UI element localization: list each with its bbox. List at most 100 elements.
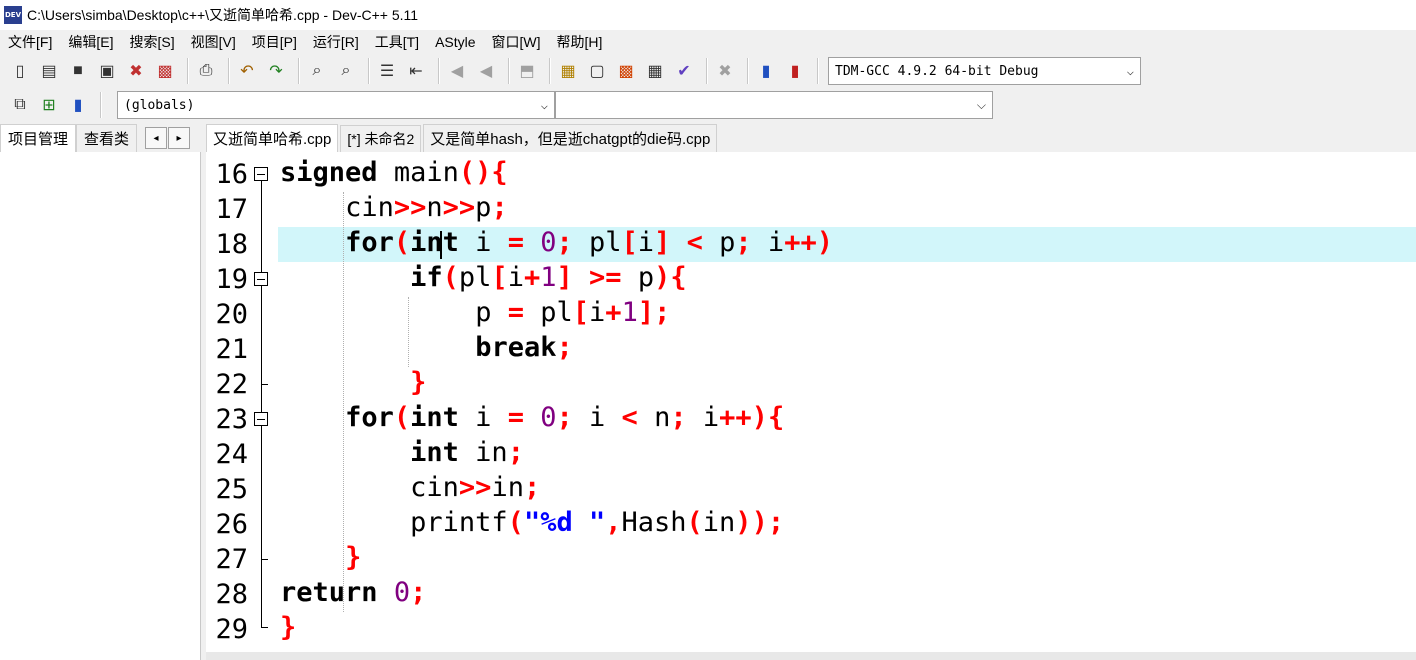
run-icon[interactable]: ▢: [585, 59, 609, 83]
bookmark-next-icon[interactable]: ◀: [474, 59, 498, 83]
menu-run[interactable]: 运行[R]: [305, 32, 367, 52]
line-number: 23: [215, 404, 248, 435]
menu-help[interactable]: 帮助[H]: [549, 32, 611, 52]
code-line: cin>>n>>p;: [345, 192, 508, 223]
editor-tab[interactable]: 又逝简单哈希.cpp: [206, 124, 339, 152]
member-select[interactable]: ⌵: [555, 91, 993, 119]
menu-astyle[interactable]: AStyle: [427, 34, 483, 50]
compiler-select-value: TDM-GCC 4.9.2 64-bit Debug: [835, 63, 1039, 79]
menu-project[interactable]: 项目[P]: [244, 32, 305, 52]
close-all-icon[interactable]: ▩: [153, 59, 177, 83]
stop-execution-icon[interactable]: ✖: [713, 59, 737, 83]
fold-collapse-icon[interactable]: [254, 272, 268, 286]
new-project-icon[interactable]: ⧉: [8, 93, 32, 117]
menu-file[interactable]: 文件[F]: [0, 32, 60, 52]
new-file-icon[interactable]: ▯: [8, 59, 32, 83]
chevron-down-icon: ⌵: [1126, 64, 1134, 78]
editor-tab[interactable]: [*] 未命名2: [340, 125, 422, 152]
line-number: 29: [215, 614, 248, 645]
code-editor[interactable]: 16 17 18 19 20 21 22 23 24 25 26 27 28 29 signed main…: [206, 152, 1416, 652]
line-number-gutter: 16 17 18 19 20 21 22 23 24 25 26 27 28 29: [206, 152, 248, 652]
fold-end-marker: [261, 627, 268, 628]
toolbar-separator: [438, 58, 440, 84]
fold-guide-line: [261, 181, 262, 627]
main-toolbar: ▯ ▤ ■ ▣ ✖ ▩ ⎙ ↶ ↷ ⌕ ⌕ ☰ ⇤ ◀ ◀ ⬒ ▦ ▢ ▩ ▦ …: [0, 54, 1416, 88]
devcpp-app-icon: DEV: [4, 6, 22, 24]
class-toolbar: ⧉ ⊞ ▮ (globals) ⌵ ⌵: [0, 88, 1416, 122]
title-bar: DEV C:\Users\simba\Desktop\c++\又逝简单哈希.cp…: [0, 0, 1416, 30]
left-panel-tabs: 项目管理 查看类 ◂ ▸: [0, 124, 201, 152]
toolbar-separator: [747, 58, 749, 84]
toolbar-separator: [187, 58, 189, 84]
compile-icon[interactable]: ▦: [556, 59, 580, 83]
code-line: if(pl[i+1] >= p){: [410, 262, 687, 293]
menu-bar: 文件[F] 编辑[E] 搜索[S] 视图[V] 项目[P] 运行[R] 工具[T…: [0, 30, 1416, 54]
code-line: for(int i = 0; i < n; i++){: [345, 402, 785, 433]
menu-edit[interactable]: 编辑[E]: [60, 32, 121, 52]
code-line: for(int i = 0; pl[i] < p; i++): [345, 227, 833, 258]
text-caret: [440, 231, 442, 259]
project-panel[interactable]: [0, 152, 201, 660]
line-number: 20: [215, 299, 248, 330]
close-file-icon[interactable]: ✖: [124, 59, 148, 83]
bookmark-prev-icon[interactable]: ◀: [445, 59, 469, 83]
tab-class-browser[interactable]: 查看类: [76, 124, 138, 152]
scope-select-value: (globals): [124, 97, 195, 113]
chevron-down-icon: ⌵: [976, 97, 986, 112]
code-line: int in;: [410, 437, 524, 468]
window-title: C:\Users\simba\Desktop\c++\又逝简单哈希.cpp - …: [27, 7, 419, 23]
menu-view[interactable]: 视图[V]: [183, 32, 244, 52]
redo-icon[interactable]: ↷: [264, 59, 288, 83]
toolbar-separator: [368, 58, 370, 84]
fold-collapse-icon[interactable]: [254, 167, 268, 181]
open-file-icon[interactable]: ▤: [37, 59, 61, 83]
indent-icon[interactable]: ☰: [375, 59, 399, 83]
rebuild-all-icon[interactable]: ▦: [643, 59, 667, 83]
chevron-down-icon: ⌵: [540, 98, 548, 112]
compile-run-icon[interactable]: ▩: [614, 59, 638, 83]
compiler-select[interactable]: TDM-GCC 4.9.2 64-bit Debug ⌵: [828, 57, 1141, 85]
line-number: 16: [215, 159, 248, 190]
toolbar-separator: [549, 58, 551, 84]
code-line: return 0;: [280, 577, 427, 608]
delete-profile-icon[interactable]: ▮: [783, 59, 807, 83]
profile-analysis-icon[interactable]: ▮: [754, 59, 778, 83]
tab-scroll-left-button[interactable]: ◂: [145, 127, 168, 149]
fold-collapse-icon[interactable]: [254, 412, 268, 426]
horizontal-scrollbar[interactable]: [206, 652, 1416, 660]
unindent-icon[interactable]: ⇤: [404, 59, 428, 83]
goto-line-icon[interactable]: ⬒: [515, 59, 539, 83]
editor-tab[interactable]: 又是简单hash，但是逝chatgpt的die码.cpp: [423, 124, 718, 152]
toolbar-separator: [706, 58, 708, 84]
scope-select[interactable]: (globals) ⌵: [117, 91, 555, 119]
toolbar-separator: [100, 92, 102, 118]
code-line: }: [345, 542, 362, 573]
menu-search[interactable]: 搜索[S]: [121, 32, 182, 52]
menu-tools[interactable]: 工具[T]: [367, 32, 427, 52]
fold-end-marker: [261, 559, 268, 560]
replace-icon[interactable]: ⌕: [334, 59, 358, 83]
toolbar-separator: [298, 58, 300, 84]
fold-end-marker: [261, 384, 268, 385]
save-all-icon[interactable]: ▣: [95, 59, 119, 83]
syntax-check-icon[interactable]: ✔: [672, 59, 696, 83]
find-icon[interactable]: ⌕: [305, 59, 329, 83]
save-icon[interactable]: ■: [66, 59, 90, 83]
add-to-project-icon[interactable]: ⊞: [37, 93, 61, 117]
line-number: 18: [215, 229, 248, 260]
undo-icon[interactable]: ↶: [235, 59, 259, 83]
code-line: signed main(){: [280, 157, 508, 188]
print-icon[interactable]: ⎙: [194, 59, 218, 83]
line-number: 27: [215, 544, 248, 575]
editor-tabs: 又逝简单哈希.cpp [*] 未命名2 又是简单hash，但是逝chatgpt的…: [206, 124, 1416, 152]
remove-from-project-icon[interactable]: ▮: [66, 93, 90, 117]
line-number: 28: [215, 579, 248, 610]
toolbar-separator: [228, 58, 230, 84]
code-line: break;: [475, 332, 573, 363]
tab-scroll-right-button[interactable]: ▸: [168, 127, 191, 149]
line-number: 17: [215, 194, 248, 225]
tab-project-manager[interactable]: 项目管理: [0, 124, 77, 152]
menu-window[interactable]: 窗口[W]: [484, 32, 549, 52]
line-number: 24: [215, 439, 248, 470]
toolbar-separator: [508, 58, 510, 84]
